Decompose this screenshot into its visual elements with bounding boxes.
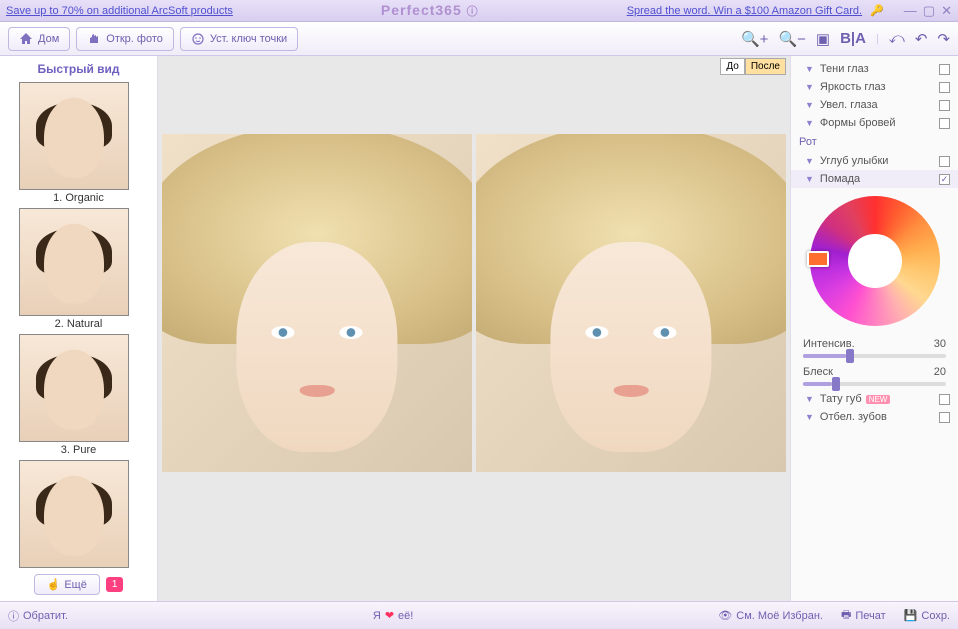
save-icon: 💾 [904, 609, 918, 622]
eye-icon: 👁 [718, 609, 732, 622]
preset-label: 3. Pure [19, 444, 139, 456]
preset-thumb[interactable]: 1. Organic [19, 82, 139, 204]
panel-lip-tattoo[interactable]: ▼Тату губNEW [791, 390, 958, 408]
panel-teeth-whitening[interactable]: ▼Отбел. зубов [791, 408, 958, 426]
main-toolbar: Дом Откр. фото Уст. ключ точки 🔍+ 🔍− ▣ B… [0, 22, 958, 56]
zoom-in-icon[interactable]: 🔍+ [741, 30, 768, 48]
keypoints-button[interactable]: Уст. ключ точки [180, 27, 298, 51]
sidebar-title: Быстрый вид [37, 62, 119, 76]
maximize-icon[interactable]: ▢ [923, 3, 935, 19]
after-tab[interactable]: После [745, 58, 786, 75]
hand-icon: ☝ [47, 578, 61, 591]
new-badge: NEW [866, 395, 891, 404]
panel-eye-brightness[interactable]: ▼Яркость глаз [791, 78, 958, 96]
panel-smile-deepen[interactable]: ▼Углуб улыбки [791, 152, 958, 170]
undo-all-icon[interactable]: ⤺ [889, 30, 905, 47]
preset-sidebar: Быстрый вид 1. Organic 2. Natural 3. Pur… [0, 56, 158, 601]
preset-thumb[interactable]: 2. Natural [19, 208, 139, 330]
panel-lipstick[interactable]: ▼Помада [791, 170, 958, 188]
before-tab[interactable]: До [720, 58, 744, 75]
love-button[interactable]: Я❤её! [373, 609, 413, 622]
preset-thumb[interactable]: 3. Pure [19, 334, 139, 456]
minimize-icon[interactable]: — [904, 3, 917, 19]
promo-link-left[interactable]: Save up to 70% on additional ArcSoft pro… [6, 5, 233, 17]
before-after-toggle[interactable]: До После [720, 58, 786, 75]
gloss-value: 20 [934, 366, 946, 378]
intensity-slider[interactable] [803, 354, 946, 358]
zoom-out-icon[interactable]: 🔍− [778, 30, 805, 48]
after-photo [476, 134, 786, 472]
redo-icon[interactable]: ↷ [937, 30, 950, 48]
info-icon: ⓘ [8, 608, 19, 624]
intensity-value: 30 [934, 338, 946, 350]
panel-eye-enlarge[interactable]: ▼Увел. глаза [791, 96, 958, 114]
color-selection-marker[interactable] [807, 251, 829, 267]
preset-count-badge: 1 [106, 577, 124, 592]
preset-label: 2. Natural [19, 318, 139, 330]
status-bar: ⓘОбратит. Я❤её! 👁См. Моё Избран. 🖶Печат … [0, 601, 958, 629]
adjustments-panel: ▼Тени глаз ▼Яркость глаз ▼Увел. глаза ▼Ф… [790, 56, 958, 601]
promo-link-right[interactable]: Spread the word. Win a $100 Amazon Gift … [627, 5, 862, 17]
lipstick-color-wheel[interactable] [791, 188, 958, 334]
save-button[interactable]: 💾Сохр. [904, 609, 950, 622]
print-button[interactable]: 🖶Печат [841, 606, 886, 625]
before-photo [162, 134, 472, 472]
canvas-area: До После [158, 56, 790, 601]
home-icon [19, 32, 33, 46]
undo-icon[interactable]: ↶ [915, 30, 928, 48]
favorites-button[interactable]: 👁См. Моё Избран. [718, 609, 823, 622]
close-icon[interactable]: ✕ [941, 3, 952, 19]
preset-label: 1. Organic [19, 192, 139, 204]
compare-toggle[interactable]: B|A [840, 30, 866, 47]
heart-icon: ❤ [385, 609, 394, 622]
panel-eye-shadow[interactable]: ▼Тени глаз [791, 60, 958, 78]
feedback-button[interactable]: ⓘОбратит. [8, 608, 68, 624]
mouth-group-header: Рот [791, 132, 958, 152]
face-icon [191, 32, 205, 46]
open-photo-button[interactable]: Откр. фото [76, 27, 174, 51]
title-bar: Save up to 70% on additional ArcSoft pro… [0, 0, 958, 22]
app-title: Perfect365 ⓘ [233, 2, 627, 19]
home-button[interactable]: Дом [8, 27, 70, 51]
info-icon[interactable]: ⓘ [467, 6, 479, 18]
gloss-label: Блеск [803, 366, 833, 378]
more-presets-button[interactable]: ☝ Ещё [34, 574, 100, 595]
key-icon[interactable]: 🔑 [870, 4, 884, 17]
hand-icon [87, 32, 101, 46]
printer-icon: 🖶 [841, 606, 851, 625]
gloss-slider[interactable] [803, 382, 946, 386]
panel-brow-shapes[interactable]: ▼Формы бровей [791, 114, 958, 132]
preset-thumb[interactable] [19, 460, 139, 568]
fit-icon[interactable]: ▣ [816, 30, 830, 48]
